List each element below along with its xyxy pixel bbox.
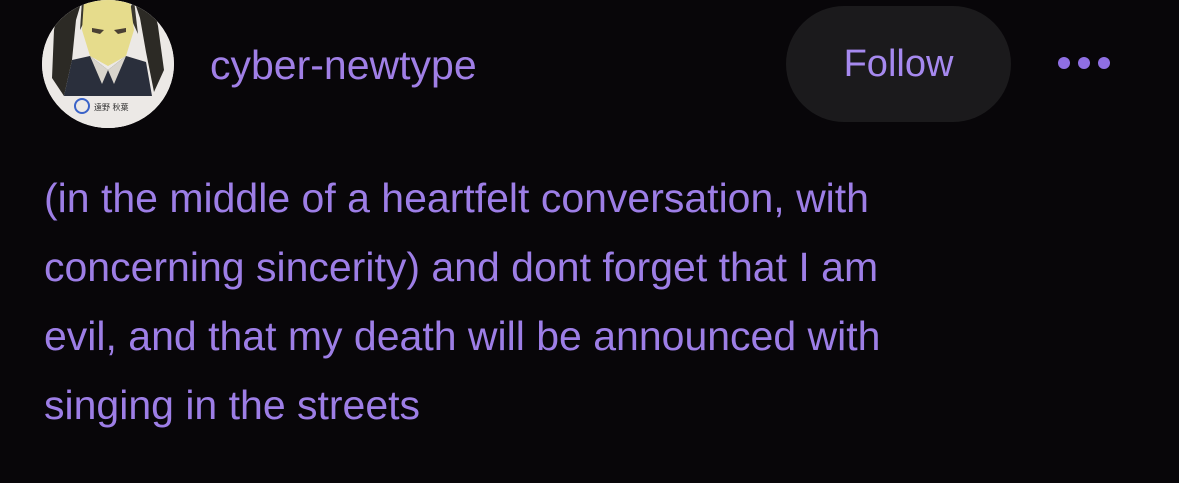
post-body-text: (in the middle of a heartfelt conversati… — [44, 164, 1154, 440]
follow-button[interactable]: Follow — [786, 6, 1011, 122]
post-text-line: singing in the streets — [44, 382, 421, 428]
anime-character-avatar-icon: 遠野 秋葉 — [42, 0, 174, 128]
ellipsis-icon — [1078, 57, 1090, 69]
avatar-caption: 遠野 秋葉 — [94, 102, 129, 112]
ellipsis-icon — [1098, 57, 1110, 69]
post-text-line: (in the middle of a heartfelt conversati… — [44, 175, 869, 221]
ellipsis-icon — [1058, 57, 1070, 69]
author-username[interactable]: cyber-newtype — [210, 40, 477, 90]
author-avatar[interactable]: 遠野 秋葉 — [42, 0, 174, 128]
more-options-button[interactable] — [1044, 40, 1124, 86]
post-text-line: concerning sincerity) and dont forget th… — [44, 244, 879, 290]
post-text-line: evil, and that my death will be announce… — [44, 313, 881, 359]
post-card: 遠野 秋葉 cyber-newtype Follow (in the middl… — [0, 0, 1179, 483]
